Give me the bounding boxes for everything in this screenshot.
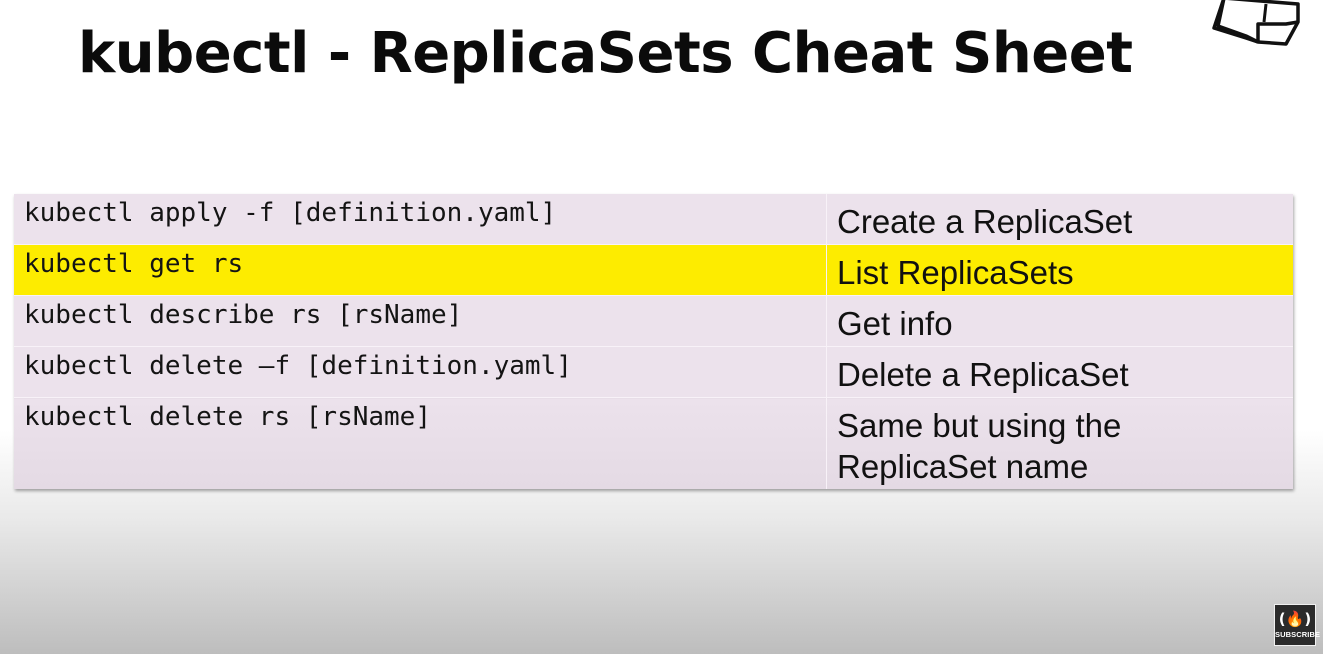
- table-row-highlighted: kubectl get rs List ReplicaSets: [14, 244, 1293, 296]
- description-text: Same but using the ReplicaSet name: [837, 407, 1122, 485]
- command-cell: kubectl delete –f [definition.yaml]: [14, 346, 827, 398]
- description-cell: Get info: [826, 295, 1293, 347]
- slide-title: kubectl - ReplicaSets Cheat Sheet: [78, 21, 1133, 86]
- command-text: kubectl delete rs [rsName]: [24, 402, 431, 432]
- command-cell: kubectl get rs: [14, 244, 827, 296]
- command-text: kubectl delete –f [definition.yaml]: [24, 351, 572, 381]
- command-cell: kubectl describe rs [rsName]: [14, 295, 827, 347]
- subscribe-label: SUBSCRIBE: [1275, 630, 1321, 639]
- description-text: Delete a ReplicaSet: [837, 356, 1129, 393]
- cheat-sheet-table: kubectl apply -f [definition.yaml] Creat…: [14, 194, 1293, 489]
- command-text: kubectl get rs: [24, 249, 244, 279]
- command-text: kubectl apply -f [definition.yaml]: [24, 198, 557, 228]
- table-row: kubectl apply -f [definition.yaml] Creat…: [14, 194, 1293, 245]
- description-cell: Delete a ReplicaSet: [826, 346, 1293, 398]
- sticky-note-logo-icon: [1212, 0, 1300, 46]
- description-cell: Create a ReplicaSet: [826, 194, 1293, 245]
- freecodecamp-logo-icon: (🔥): [1278, 610, 1312, 628]
- description-cell: List ReplicaSets: [826, 244, 1293, 296]
- subscribe-button[interactable]: (🔥) SUBSCRIBE: [1274, 604, 1321, 646]
- description-cell: Same but using the ReplicaSet name: [826, 397, 1293, 489]
- command-cell: kubectl apply -f [definition.yaml]: [14, 194, 827, 245]
- description-text: Create a ReplicaSet: [837, 203, 1133, 240]
- command-cell: kubectl delete rs [rsName]: [14, 397, 827, 489]
- description-text: List ReplicaSets: [837, 254, 1074, 291]
- table-row: kubectl describe rs [rsName] Get info: [14, 295, 1293, 347]
- table-row: kubectl delete –f [definition.yaml] Dele…: [14, 346, 1293, 398]
- table-row: kubectl delete rs [rsName] Same but usin…: [14, 397, 1293, 489]
- command-text: kubectl describe rs [rsName]: [24, 300, 463, 330]
- description-text: Get info: [837, 305, 953, 342]
